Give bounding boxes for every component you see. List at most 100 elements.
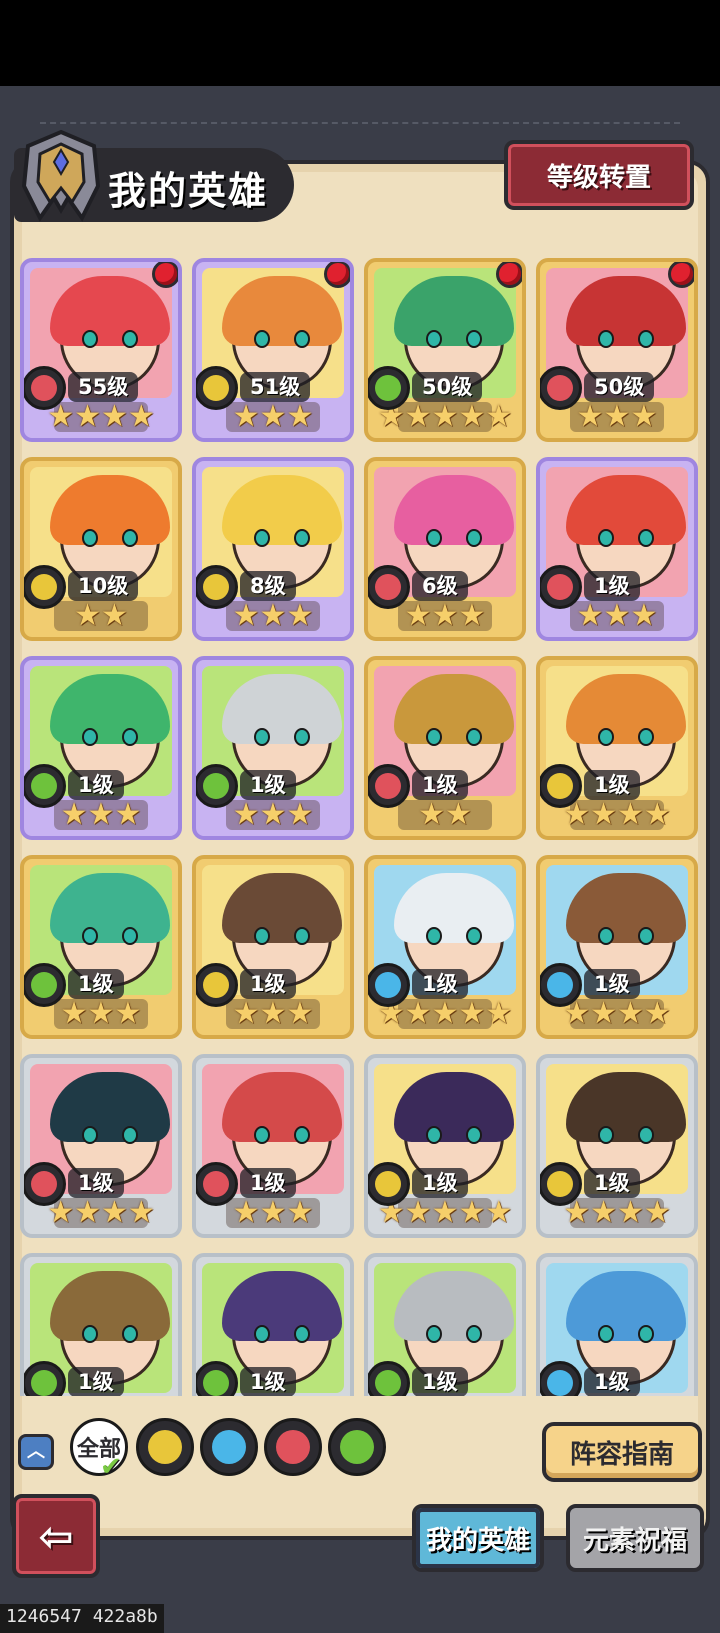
- hero-stars: ★ ★: [398, 800, 492, 830]
- star-icon: ★: [643, 797, 671, 832]
- hero-hair: [566, 873, 686, 943]
- page-title: 我的英雄: [108, 169, 269, 213]
- star-icon: ★: [259, 399, 287, 434]
- hero-card[interactable]: ★ ★ ★ 6级: [364, 457, 526, 641]
- hero-card[interactable]: 1级: [192, 1253, 354, 1396]
- hero-eye: [598, 728, 614, 746]
- hero-card[interactable]: ★ ★ ★ 50级: [536, 258, 698, 442]
- notification-dot: [152, 262, 178, 288]
- star-icon: ★: [485, 996, 513, 1031]
- hero-stars: ★ ★ ★: [226, 800, 320, 830]
- star-icon: ★: [127, 399, 155, 434]
- hero-card[interactable]: ★ ★ ★ 1级: [20, 656, 182, 840]
- star-icon: ★: [60, 797, 88, 832]
- star-icon: ★: [286, 797, 314, 832]
- fire-element-icon: [368, 764, 410, 808]
- hero-card[interactable]: ★ ★ ★ 8级: [192, 457, 354, 641]
- hero-card[interactable]: ★ ★ ★ ★ ★ 1级: [364, 1054, 526, 1238]
- hero-eye: [426, 1126, 442, 1144]
- status-bar-area: [0, 0, 720, 86]
- lineup-guide-button[interactable]: 阵容指南: [542, 1422, 702, 1482]
- star-icon: ★: [630, 399, 658, 434]
- hero-card[interactable]: 1级: [536, 1253, 698, 1396]
- level-reset-button[interactable]: 等级转置: [504, 140, 694, 210]
- hero-level: 10级: [68, 571, 139, 601]
- filter-earth-button[interactable]: [136, 1418, 194, 1476]
- star-icon: ★: [232, 598, 260, 633]
- hero-level: 1级: [68, 1367, 124, 1396]
- star-icon: ★: [286, 399, 314, 434]
- lineup-guide-label: 阵容指南: [569, 1439, 674, 1470]
- hero-card[interactable]: ★ ★ ★ 1级: [192, 855, 354, 1039]
- star-icon: ★: [101, 1195, 128, 1230]
- hero-eye: [294, 330, 310, 348]
- hero-level: 50级: [584, 372, 655, 402]
- back-arrow-icon: ⇦: [38, 1511, 74, 1561]
- hero-card[interactable]: ★ ★ ★ ★ 1级: [536, 656, 698, 840]
- hero-stars: ★ ★ ★: [398, 601, 492, 631]
- star-icon: ★: [404, 996, 432, 1031]
- hero-eye: [254, 529, 270, 547]
- star-icon: ★: [431, 598, 459, 633]
- hero-card[interactable]: ★ ★ 10级: [20, 457, 182, 641]
- star-icon: ★: [458, 1195, 486, 1230]
- star-icon: ★: [404, 1195, 432, 1230]
- star-icon: ★: [617, 1195, 644, 1230]
- hero-stars: ★ ★ ★: [54, 800, 148, 830]
- hero-stars: ★ ★ ★ ★: [563, 800, 671, 830]
- hero-card[interactable]: ★ ★ ★ ★ 55级: [20, 258, 182, 442]
- hero-eye: [466, 728, 482, 746]
- hero-hair: [222, 873, 342, 943]
- hero-eye: [598, 1126, 614, 1144]
- star-icon: ★: [458, 399, 486, 434]
- hero-level: 1级: [584, 1367, 640, 1396]
- earth-element-icon: [196, 565, 238, 609]
- hero-card[interactable]: 1级: [20, 1253, 182, 1396]
- star-icon: ★: [431, 1195, 459, 1230]
- hero-eye: [254, 330, 270, 348]
- hero-card[interactable]: 1级: [364, 1253, 526, 1396]
- hero-level: 8级: [240, 571, 296, 601]
- hero-eye: [82, 927, 98, 945]
- tab-my-heroes-label: 我的英雄: [425, 1525, 530, 1556]
- filter-fire-button[interactable]: [264, 1418, 322, 1476]
- hero-stars: ★ ★ ★: [226, 999, 320, 1029]
- tab-my-heroes[interactable]: 我的英雄: [412, 1504, 544, 1572]
- star-icon: ★: [60, 996, 88, 1031]
- wind-element-icon: [196, 764, 238, 808]
- hero-card[interactable]: ★ ★ ★ ★ 1级: [536, 855, 698, 1039]
- star-icon: ★: [114, 797, 142, 832]
- filter-water-button[interactable]: [200, 1418, 258, 1476]
- water-element-icon: [540, 963, 582, 1007]
- star-icon: ★: [418, 797, 445, 832]
- hero-card[interactable]: ★ ★ ★ 1级: [192, 656, 354, 840]
- hero-hair: [394, 674, 514, 744]
- hero-grid[interactable]: ★ ★ ★ ★ 55级 ★ ★ ★ 51级 ★ ★ ★ ★ ★ 50级 ★ ★ ★ 50级 ★ ★ 10级 ★ ★ ★ 8级 ★ ★ ★…: [16, 258, 706, 1396]
- hero-stars: ★ ★ ★ ★: [563, 996, 671, 1031]
- hero-hair: [50, 1271, 170, 1341]
- collapse-up-icon[interactable]: ︿: [18, 1434, 54, 1470]
- star-icon: ★: [617, 996, 644, 1031]
- hero-card[interactable]: ★ ★ 1级: [364, 656, 526, 840]
- star-icon: ★: [101, 399, 128, 434]
- hero-card[interactable]: ★ ★ ★ 1级: [20, 855, 182, 1039]
- star-icon: ★: [485, 399, 513, 434]
- hero-level: 1级: [68, 1168, 124, 1198]
- hero-card[interactable]: ★ ★ ★ ★ 1级: [536, 1054, 698, 1238]
- star-icon: ★: [590, 996, 617, 1031]
- hero-hair: [566, 1072, 686, 1142]
- hero-card[interactable]: ★ ★ ★ 51级: [192, 258, 354, 442]
- back-button[interactable]: ⇦: [12, 1494, 100, 1578]
- hero-level: 1级: [240, 969, 296, 999]
- hero-card[interactable]: ★ ★ ★ 1级: [192, 1054, 354, 1238]
- hero-card[interactable]: ★ ★ ★ ★ 1级: [20, 1054, 182, 1238]
- filter-wind-button[interactable]: [328, 1418, 386, 1476]
- hero-card[interactable]: ★ ★ ★ 1级: [536, 457, 698, 641]
- tab-element-blessing[interactable]: 元素祝福: [566, 1504, 704, 1572]
- earth-element-icon: [148, 1430, 182, 1464]
- hero-eye: [466, 1325, 482, 1343]
- hero-card[interactable]: ★ ★ ★ ★ ★ 1级: [364, 855, 526, 1039]
- hero-eye: [82, 529, 98, 547]
- star-icon: ★: [485, 1195, 513, 1230]
- hero-card[interactable]: ★ ★ ★ ★ ★ 50级: [364, 258, 526, 442]
